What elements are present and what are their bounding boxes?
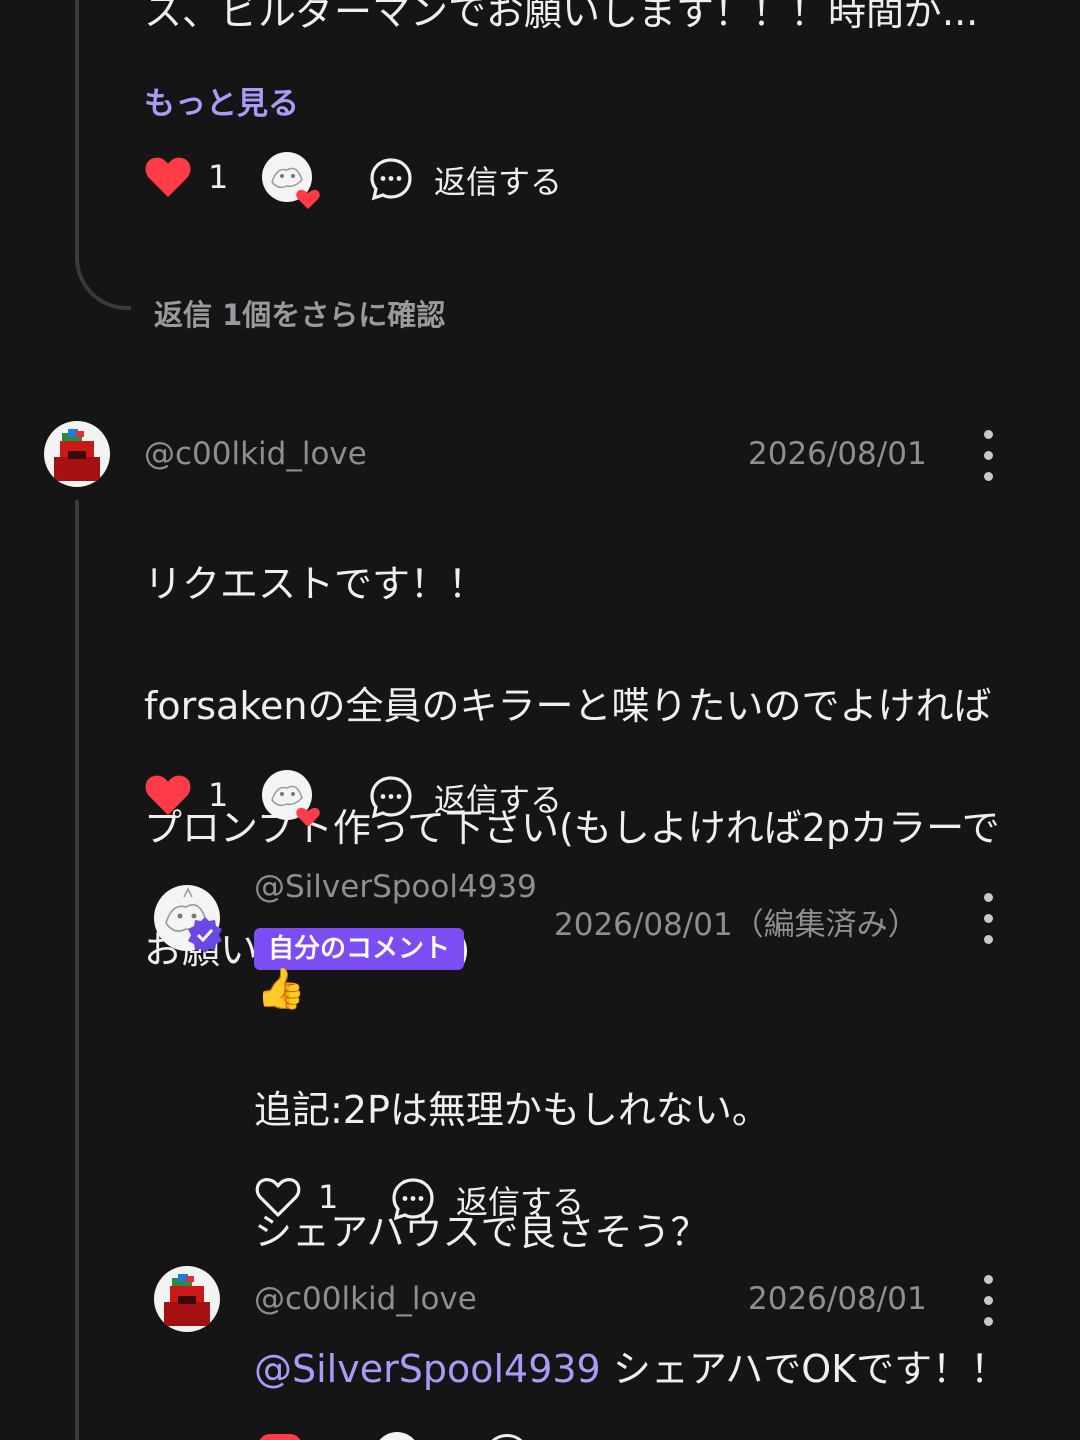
reply-button[interactable]: 返信する <box>368 154 568 204</box>
edited-label: （編集済み） <box>732 907 919 943</box>
reply-date: 2026/08/01（編集済み） <box>554 899 919 944</box>
avatar[interactable] <box>44 421 110 487</box>
comment-line: forsakenの全員のキラーと喋りたいのでよければ <box>144 684 992 728</box>
creator-avatar-icon <box>262 770 320 827</box>
heart-filled-icon <box>145 157 191 197</box>
like-count: 1 <box>318 1178 339 1216</box>
comment-text-tail: ス、ビルダーマンでお願いします！！！時間が... <box>144 0 979 34</box>
user-avatar-icon <box>44 421 110 487</box>
creator-avatar-icon <box>262 152 320 209</box>
thread-line-comment2 <box>75 500 79 1440</box>
mention-link[interactable]: @SilverSpool4939 <box>254 1347 601 1391</box>
more-options-icon[interactable] <box>982 430 994 484</box>
user-avatar-icon <box>154 1266 220 1332</box>
creator-avatar-icon <box>374 1432 420 1440</box>
heart-filled-icon <box>145 775 191 815</box>
see-more-link[interactable]: もっと見る <box>144 78 299 123</box>
avatar[interactable] <box>154 1266 220 1332</box>
comment-username[interactable]: @c00lkid_love <box>144 436 367 472</box>
verified-badge-icon <box>188 917 222 953</box>
comment-bubble-icon <box>392 1178 434 1221</box>
like-button[interactable] <box>254 1175 304 1221</box>
more-options-icon[interactable] <box>982 1275 994 1329</box>
comment-bubble-icon <box>370 776 412 819</box>
reply-username[interactable]: @c00lkid_love <box>254 1281 477 1317</box>
reply-label: 返信する <box>434 781 563 819</box>
reply-date-value: 2026/08/01 <box>554 907 733 943</box>
like-button[interactable] <box>144 155 194 201</box>
more-options-icon[interactable] <box>982 893 994 947</box>
thread-line-top <box>75 0 79 230</box>
reply-body: 追記:2Pは無理かもしれない。 シェアハウスで良さそう？ <box>254 1019 1034 1324</box>
heart-filled-icon <box>258 1434 302 1440</box>
reply-label: 返信する <box>456 1183 585 1221</box>
reply-body: @SilverSpool4939 シェアハでOKです！！ <box>254 1339 1054 1400</box>
see-more-replies-link[interactable]: 返信 1個をさらに確認 <box>154 292 445 334</box>
creator-liked-avatar <box>262 152 324 212</box>
reply-text: シェアハでOKです！！ <box>600 1347 1009 1391</box>
heart-outline-icon <box>255 1178 301 1217</box>
creator-liked-avatar <box>262 770 324 830</box>
reply-label: 返信する <box>434 163 563 201</box>
like-count: 1 <box>208 158 229 196</box>
reply-line: シェアハウスで良さそう？ <box>254 1210 709 1254</box>
thread-curve <box>75 200 131 310</box>
reply-button[interactable]: 返信する <box>390 1174 590 1224</box>
comment-bubble-icon <box>484 1434 530 1440</box>
comment-bubble-icon <box>370 158 412 201</box>
like-button[interactable] <box>144 773 194 819</box>
comment-date: 2026/08/01 <box>748 436 927 472</box>
reply-emoji: 👍 <box>256 966 306 1012</box>
reply-button[interactable]: 返信する <box>368 772 568 822</box>
reply-username[interactable]: @SilverSpool4939 <box>254 869 537 905</box>
like-count: 1 <box>208 776 229 814</box>
reply-line: 追記:2Pは無理かもしれない。 <box>254 1088 770 1132</box>
comment-line: リクエストです！！ <box>144 562 487 606</box>
avatar[interactable] <box>154 885 222 953</box>
reply-date: 2026/08/01 <box>748 1281 927 1317</box>
partial-action-row <box>254 1428 554 1440</box>
